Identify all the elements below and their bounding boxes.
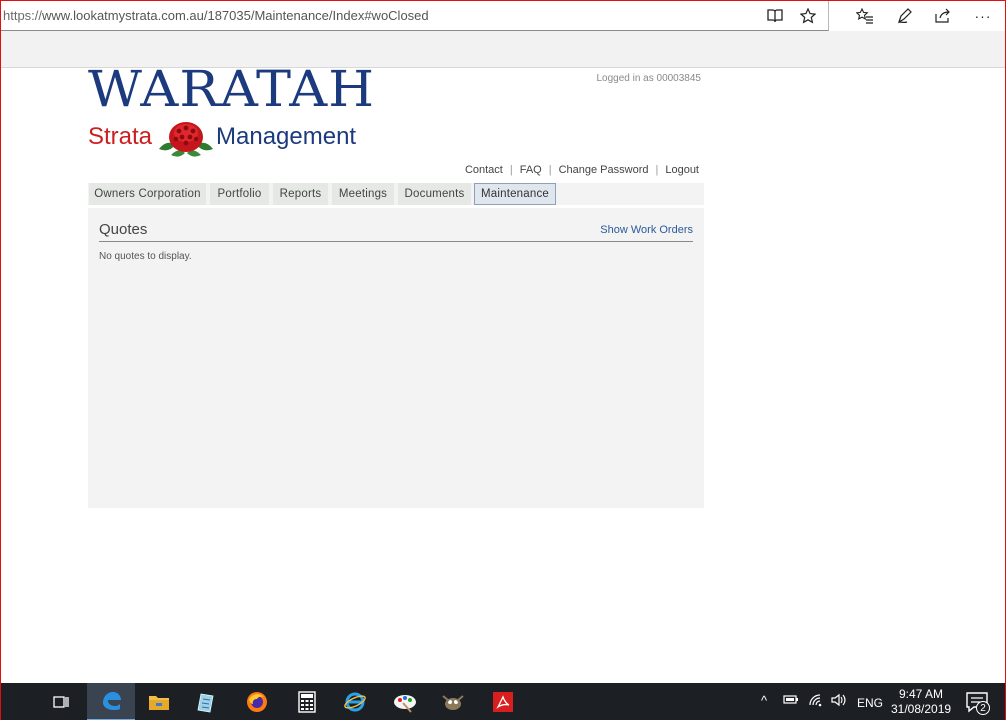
- language-indicator[interactable]: ENG: [857, 696, 883, 710]
- file-explorer-icon[interactable]: [135, 683, 183, 720]
- notification-count-badge: 2: [976, 701, 990, 715]
- tray-chevron-icon[interactable]: ^: [761, 693, 767, 708]
- volume-icon[interactable]: [830, 693, 848, 710]
- tab-meetings[interactable]: Meetings: [332, 183, 394, 205]
- link-separator: |: [509, 164, 513, 176]
- faq-link[interactable]: FAQ: [520, 164, 542, 176]
- gimp-icon[interactable]: [429, 683, 477, 720]
- tab-maintenance[interactable]: Maintenance: [474, 183, 556, 205]
- wifi-icon[interactable]: [808, 693, 824, 710]
- link-separator: |: [655, 164, 659, 176]
- clock[interactable]: 9:47 AM 31/08/2019: [891, 687, 951, 717]
- show-work-orders-link[interactable]: Show Work Orders: [600, 224, 693, 236]
- change-password-link[interactable]: Change Password: [559, 164, 649, 176]
- logout-link[interactable]: Logout: [665, 164, 699, 176]
- more-icon[interactable]: ···: [971, 5, 995, 27]
- logo-management: Management: [216, 123, 357, 150]
- logo-title: WARATAH: [88, 60, 376, 118]
- acrobat-icon[interactable]: [479, 683, 527, 720]
- empty-message: No quotes to display.: [99, 251, 192, 262]
- notepad-icon[interactable]: [183, 683, 231, 720]
- tab-owners-corporation[interactable]: Owners Corporation: [89, 183, 206, 205]
- calculator-icon[interactable]: [283, 683, 331, 720]
- favorites-hub-icon[interactable]: [853, 5, 877, 27]
- contact-link[interactable]: Contact: [465, 164, 503, 176]
- url-path: www.lookatmystrata.com.au/187035/Mainten…: [42, 8, 429, 23]
- reading-view-icon[interactable]: [764, 5, 786, 27]
- quotes-panel: Quotes Show Work Orders No quotes to dis…: [88, 208, 704, 508]
- tab-reports[interactable]: Reports: [273, 183, 328, 205]
- tab-documents[interactable]: Documents: [398, 183, 471, 205]
- firefox-icon[interactable]: [233, 683, 281, 720]
- share-icon[interactable]: [931, 5, 955, 27]
- browser-window: https://www.lookatmystrata.com.au/187035…: [0, 0, 1006, 720]
- panel-divider: [99, 241, 693, 242]
- url-text[interactable]: https://www.lookatmystrata.com.au/187035…: [1, 8, 429, 23]
- paint-icon[interactable]: [381, 683, 429, 720]
- link-separator: |: [548, 164, 552, 176]
- clock-time: 9:47 AM: [898, 687, 944, 701]
- internet-explorer-icon[interactable]: [331, 683, 379, 720]
- panel-title: Quotes: [99, 221, 148, 238]
- battery-icon[interactable]: [783, 693, 799, 708]
- main-nav: Owners Corporation Portfolio Reports Mee…: [88, 183, 704, 205]
- favorite-star-icon[interactable]: [797, 5, 819, 27]
- browser-toolbar: ···: [829, 1, 1005, 31]
- logo-strata: Strata: [88, 123, 153, 150]
- clock-date: 31/08/2019: [891, 702, 952, 716]
- edge-icon[interactable]: [87, 683, 135, 720]
- taskbar: ^ ENG 9:47 AM 31/08/2019 2: [1, 683, 1005, 720]
- url-scheme: https://: [3, 8, 43, 23]
- logged-in-status: Logged in as 00003845: [596, 73, 701, 84]
- tab-portfolio[interactable]: Portfolio: [210, 183, 269, 205]
- address-bar[interactable]: https://www.lookatmystrata.com.au/187035…: [1, 1, 829, 31]
- top-links: Contact | FAQ | Change Password | Logout: [465, 164, 699, 176]
- pen-icon[interactable]: [893, 5, 917, 27]
- task-view-icon[interactable]: [37, 683, 85, 720]
- waratah-flower-icon: [159, 122, 213, 157]
